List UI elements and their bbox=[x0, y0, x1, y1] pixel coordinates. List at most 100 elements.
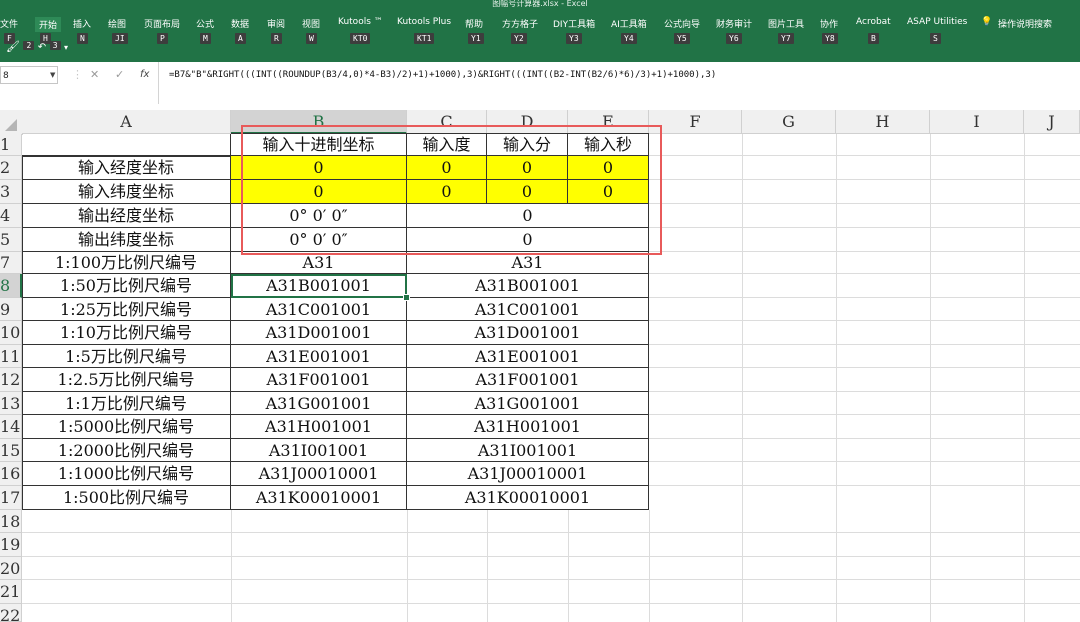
tab-kutools[interactable]: Kutools ™ bbox=[338, 17, 383, 27]
cell-a7[interactable]: 1:100万比例尺编号 bbox=[22, 252, 231, 274]
cell-c1[interactable]: 输入度 bbox=[407, 134, 487, 156]
cell-b1[interactable]: 输入十进制坐标 bbox=[231, 134, 407, 156]
cancel-icon[interactable]: ✕ bbox=[90, 66, 99, 84]
column-header-a[interactable]: A bbox=[22, 110, 231, 134]
row-header-15[interactable]: 15 bbox=[0, 439, 22, 462]
row-header-16[interactable]: 16 bbox=[0, 462, 22, 486]
cell-b4[interactable]: 0° 0′ 0″ bbox=[231, 204, 407, 228]
tab-view[interactable]: 视图 bbox=[302, 17, 320, 30]
formula-input[interactable]: =B7&"B"&RIGHT(((INT((ROUNDUP(B3/4,0)*4-B… bbox=[158, 62, 1080, 104]
tab-asap-utilities[interactable]: ASAP Utilities bbox=[907, 17, 967, 27]
column-header-j[interactable]: J bbox=[1024, 110, 1080, 134]
cell-a8[interactable]: 1:50万比例尺编号 bbox=[22, 274, 231, 298]
cell-c10-merged[interactable]: A31D001001 bbox=[407, 321, 649, 345]
tab-finance-audit[interactable]: 财务审计 bbox=[716, 17, 752, 30]
tell-me-search[interactable]: 操作说明搜索 bbox=[998, 17, 1052, 30]
row-header-4[interactable]: 4 bbox=[0, 204, 22, 228]
row-header-8[interactable]: 8 bbox=[0, 274, 22, 298]
cell-c16-merged[interactable]: A31J00010001 bbox=[407, 462, 649, 486]
cell-a16[interactable]: 1:1000比例尺编号 bbox=[22, 462, 231, 486]
cell-b16[interactable]: A31J00010001 bbox=[231, 462, 407, 486]
tab-formula-wizard[interactable]: 公式向导 bbox=[664, 17, 700, 30]
row-header-20[interactable]: 20 bbox=[0, 557, 22, 580]
cell-b2[interactable]: 0 bbox=[231, 156, 407, 180]
cell-a4[interactable]: 输出经度坐标 bbox=[22, 204, 231, 228]
cell-c11-merged[interactable]: A31E001001 bbox=[407, 345, 649, 368]
tab-formulas[interactable]: 公式 bbox=[196, 17, 214, 30]
cell-b17[interactable]: A31K00010001 bbox=[231, 486, 407, 510]
tab-picture-tools[interactable]: 图片工具 bbox=[768, 17, 804, 30]
cell-a13[interactable]: 1:1万比例尺编号 bbox=[22, 392, 231, 415]
row-header-5[interactable]: 5 bbox=[0, 228, 22, 252]
tab-acrobat[interactable]: Acrobat bbox=[856, 17, 891, 27]
row-header-10[interactable]: 10 bbox=[0, 321, 22, 345]
row-header-22[interactable]: 22 bbox=[0, 604, 22, 622]
cell-c2[interactable]: 0 bbox=[407, 156, 487, 180]
cell-c7-merged[interactable]: A31 bbox=[407, 252, 649, 274]
column-header-e[interactable]: E bbox=[568, 110, 649, 134]
row-header-21[interactable]: 21 bbox=[0, 580, 22, 604]
cell-b8[interactable]: A31B001001 bbox=[231, 274, 407, 298]
cell-c14-merged[interactable]: A31H001001 bbox=[407, 415, 649, 439]
cell-c4-merged[interactable]: 0 bbox=[407, 204, 649, 228]
cell-b14[interactable]: A31H001001 bbox=[231, 415, 407, 439]
row-header-19[interactable]: 19 bbox=[0, 533, 22, 557]
row-header-3[interactable]: 3 bbox=[0, 180, 22, 204]
tab-home[interactable]: 开始 bbox=[35, 17, 62, 32]
cell-a2[interactable]: 输入经度坐标 bbox=[22, 156, 231, 180]
cell-a1[interactable] bbox=[22, 134, 231, 156]
cell-c12-merged[interactable]: A31F001001 bbox=[407, 368, 649, 392]
cell-a10[interactable]: 1:10万比例尺编号 bbox=[22, 321, 231, 345]
cell-e3[interactable]: 0 bbox=[568, 180, 649, 204]
cell-a3[interactable]: 输入纬度坐标 bbox=[22, 180, 231, 204]
tab-fangfang[interactable]: 方方格子 bbox=[502, 17, 538, 30]
cell-b12[interactable]: A31F001001 bbox=[231, 368, 407, 392]
cell-b9[interactable]: A31C001001 bbox=[231, 298, 407, 321]
cell-c8-merged[interactable]: A31B001001 bbox=[407, 274, 649, 298]
cell-b3[interactable]: 0 bbox=[231, 180, 407, 204]
row-header-17[interactable]: 17 bbox=[0, 486, 22, 510]
tab-draw[interactable]: 绘图 bbox=[108, 17, 126, 30]
tab-help[interactable]: 帮助 bbox=[465, 17, 483, 30]
column-header-d[interactable]: D bbox=[487, 110, 568, 134]
cell-b7[interactable]: A31 bbox=[231, 252, 407, 274]
cell-e1[interactable]: 输入秒 bbox=[568, 134, 649, 156]
column-header-f[interactable]: F bbox=[649, 110, 742, 134]
cell-a9[interactable]: 1:25万比例尺编号 bbox=[22, 298, 231, 321]
tab-kutools-plus[interactable]: Kutools Plus bbox=[397, 17, 451, 27]
row-header-9[interactable]: 9 bbox=[0, 298, 22, 321]
cell-b10[interactable]: A31D001001 bbox=[231, 321, 407, 345]
cell-d3[interactable]: 0 bbox=[487, 180, 568, 204]
cell-c13-merged[interactable]: A31G001001 bbox=[407, 392, 649, 415]
cell-c5-merged[interactable]: 0 bbox=[407, 228, 649, 252]
column-header-i[interactable]: I bbox=[930, 110, 1024, 134]
paintbrush-icon[interactable]: 🖌 bbox=[6, 40, 20, 53]
cell-a12[interactable]: 1:2.5万比例尺编号 bbox=[22, 368, 231, 392]
cell-a11[interactable]: 1:5万比例尺编号 bbox=[22, 345, 231, 368]
tab-collaborate[interactable]: 协作 bbox=[820, 17, 838, 30]
row-header-14[interactable]: 14 bbox=[0, 415, 22, 439]
fill-handle[interactable] bbox=[403, 294, 410, 301]
row-header-13[interactable]: 13 bbox=[0, 392, 22, 415]
cell-c15-merged[interactable]: A31I001001 bbox=[407, 439, 649, 462]
tab-ai-toolbox[interactable]: AI工具箱 bbox=[611, 17, 647, 30]
insert-function-icon[interactable]: fx bbox=[140, 66, 149, 84]
cell-c3[interactable]: 0 bbox=[407, 180, 487, 204]
column-header-h[interactable]: H bbox=[836, 110, 930, 134]
undo-icon[interactable]: ↶ bbox=[38, 42, 46, 53]
customize-qat-icon[interactable]: ▾ bbox=[64, 43, 68, 52]
tab-page-layout[interactable]: 页面布局 bbox=[144, 17, 180, 30]
tab-review[interactable]: 审阅 bbox=[267, 17, 285, 30]
row-header-12[interactable]: 12 bbox=[0, 368, 22, 392]
column-header-g[interactable]: G bbox=[742, 110, 836, 134]
cell-a15[interactable]: 1:2000比例尺编号 bbox=[22, 439, 231, 462]
cell-d2[interactable]: 0 bbox=[487, 156, 568, 180]
column-header-b[interactable]: B bbox=[231, 110, 407, 134]
cell-b11[interactable]: A31E001001 bbox=[231, 345, 407, 368]
name-box-dropdown-icon[interactable]: ▼ bbox=[50, 66, 55, 84]
row-header-7[interactable]: 7 bbox=[0, 252, 22, 274]
select-all-corner[interactable] bbox=[0, 110, 23, 135]
row-header-1[interactable]: 1 bbox=[0, 134, 22, 156]
row-header-18[interactable]: 18 bbox=[0, 510, 22, 533]
worksheet-grid[interactable]: A B C D E F G H I J 1 2 3 4 5 7 8 9 10 1… bbox=[0, 104, 1080, 622]
